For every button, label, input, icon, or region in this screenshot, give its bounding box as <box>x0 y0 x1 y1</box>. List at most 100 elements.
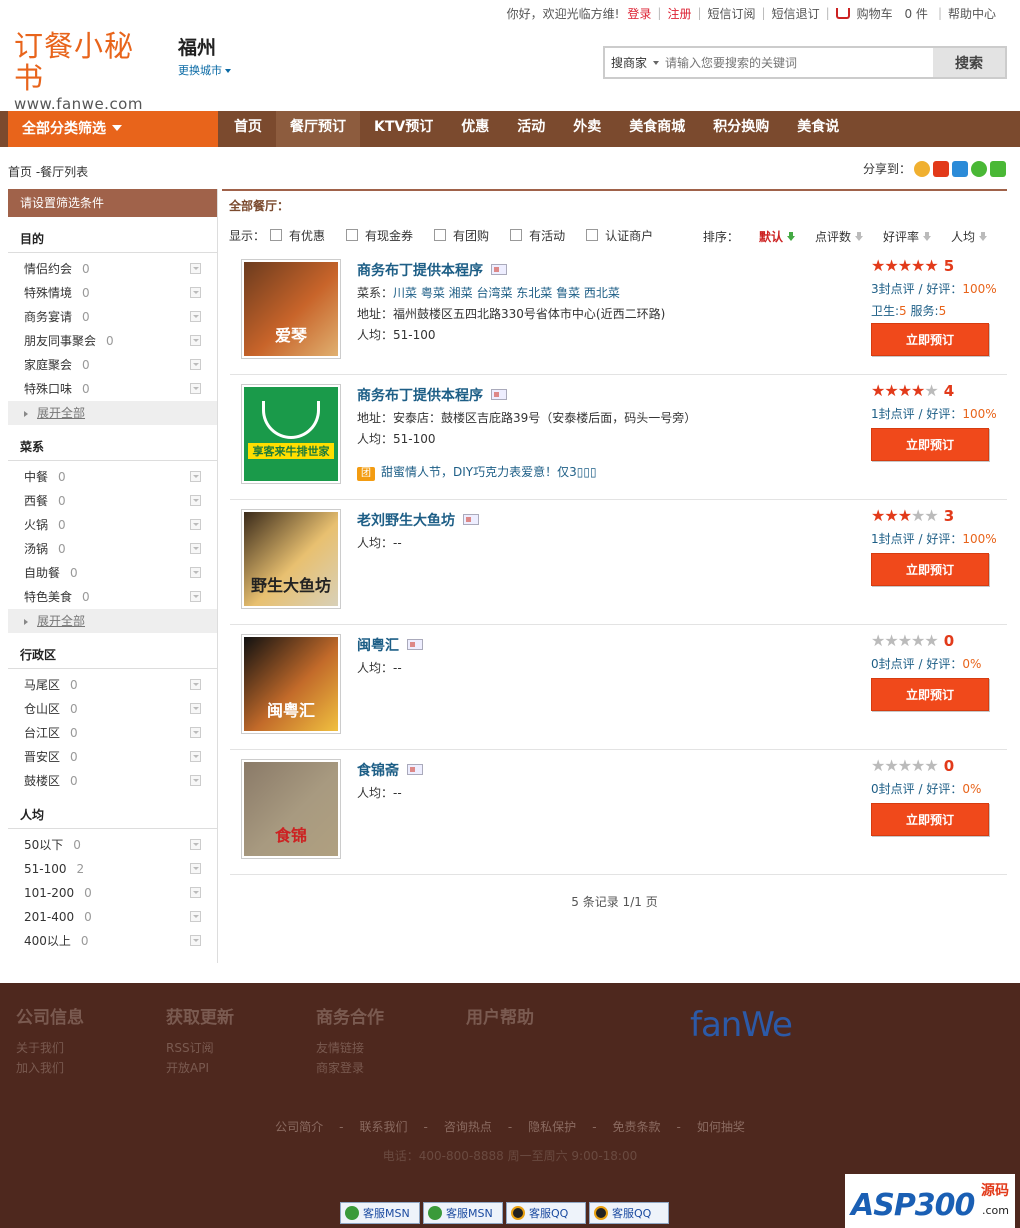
filter-option[interactable]: 汤锅 0 <box>8 537 217 561</box>
filter-checkbox[interactable]: 认证商户 <box>581 227 653 244</box>
cart-link[interactable]: 购物车 0 件 <box>835 5 932 22</box>
help-center-link[interactable]: 帮助中心 <box>948 5 996 22</box>
filter-option[interactable]: 台江区 0 <box>8 721 217 745</box>
footer-bottom-link[interactable]: 隐私保护 <box>528 1120 576 1134</box>
dropdown-icon[interactable] <box>190 887 201 898</box>
filter-checkbox[interactable]: 有活动 <box>505 227 565 244</box>
filter-checkbox[interactable]: 有现金券 <box>341 227 413 244</box>
filter-option[interactable]: 自助餐 0 <box>8 561 217 585</box>
nav-item-6[interactable]: 美食商城 <box>615 111 699 147</box>
tencent-weibo-icon[interactable] <box>952 160 968 177</box>
dropdown-icon[interactable] <box>190 359 201 370</box>
footer-link[interactable]: 关于我们 <box>16 1038 84 1058</box>
site-logo[interactable]: 订餐小秘书 www.fanwe.com <box>14 30 154 114</box>
nav-item-3[interactable]: 优惠 <box>447 111 503 147</box>
checkbox-icon[interactable] <box>510 229 523 241</box>
nav-item-1[interactable]: 餐厅预订 <box>276 111 360 147</box>
checkbox-icon[interactable] <box>434 229 447 241</box>
promo-link[interactable]: 团甜蜜情人节，DIY巧克力表爱意！仅3▯▯▯ <box>357 463 597 481</box>
expand-all-link[interactable]: 展开全部 <box>8 609 217 633</box>
dropdown-icon[interactable] <box>190 471 201 482</box>
restaurant-thumbnail[interactable]: 野生大鱼坊 <box>241 509 341 609</box>
restaurant-name[interactable]: 商务布丁提供本程序 <box>357 385 507 405</box>
search-button[interactable]: 搜索 <box>933 48 1005 77</box>
dropdown-icon[interactable] <box>190 335 201 346</box>
dropdown-icon[interactable] <box>190 727 201 738</box>
footer-link[interactable]: 开放API <box>166 1058 234 1078</box>
filter-option[interactable]: 特殊情境 0 <box>8 281 217 305</box>
filter-checkbox[interactable]: 有优惠 <box>265 227 325 244</box>
dropdown-icon[interactable] <box>190 679 201 690</box>
nav-item-2[interactable]: KTV预订 <box>360 111 447 147</box>
footer-bottom-link[interactable]: 联系我们 <box>359 1120 407 1134</box>
filter-option[interactable]: 鼓楼区 0 <box>8 769 217 793</box>
filter-option[interactable]: 仓山区 0 <box>8 697 217 721</box>
dropdown-icon[interactable] <box>190 519 201 530</box>
dropdown-icon[interactable] <box>190 287 201 298</box>
footer-bottom-link[interactable]: 公司简介 <box>275 1120 323 1134</box>
cuisine-value[interactable]: 川菜 粤菜 湘菜 台湾菜 东北菜 鲁菜 西北菜 <box>393 286 620 300</box>
filter-option[interactable]: 晋安区 0 <box>8 745 217 769</box>
dropdown-icon[interactable] <box>190 911 201 922</box>
filter-option[interactable]: 中餐 0 <box>8 465 217 489</box>
dropdown-icon[interactable] <box>190 263 201 274</box>
book-now-button[interactable]: 立即预订 <box>871 553 989 586</box>
support-button[interactable]: 客服QQ <box>506 1202 586 1224</box>
support-button[interactable]: 客服MSN <box>423 1202 503 1224</box>
sms-unsubscribe-link[interactable]: 短信退订 <box>772 5 820 22</box>
review-count[interactable]: 1封点评 <box>871 532 915 546</box>
footer-link[interactable]: 商家登录 <box>316 1058 384 1078</box>
asp300-badge[interactable]: ASP300 源码 .com <box>845 1174 1015 1228</box>
footer-link[interactable]: RSS订阅 <box>166 1038 234 1058</box>
dropdown-icon[interactable] <box>190 543 201 554</box>
book-now-button[interactable]: 立即预订 <box>871 678 989 711</box>
filter-option[interactable]: 火锅 0 <box>8 513 217 537</box>
restaurant-thumbnail[interactable]: 享客来牛排世家 <box>241 384 341 484</box>
review-count[interactable]: 1封点评 <box>871 407 915 421</box>
sms-subscribe-link[interactable]: 短信订阅 <box>708 5 756 22</box>
filter-option[interactable]: 201-400 0 <box>8 905 217 929</box>
footer-bottom-link[interactable]: 免责条款 <box>613 1120 661 1134</box>
dropdown-icon[interactable] <box>190 935 201 946</box>
nav-item-4[interactable]: 活动 <box>503 111 559 147</box>
dropdown-icon[interactable] <box>190 567 201 578</box>
nav-item-5[interactable]: 外卖 <box>559 111 615 147</box>
change-city-link[interactable]: 更换城市 <box>178 62 231 78</box>
dropdown-icon[interactable] <box>190 495 201 506</box>
filter-option[interactable]: 101-200 0 <box>8 881 217 905</box>
search-input[interactable] <box>665 48 933 77</box>
checkbox-icon[interactable] <box>270 229 283 241</box>
dropdown-icon[interactable] <box>190 311 201 322</box>
footer-link[interactable]: 友情链接 <box>316 1038 384 1058</box>
dropdown-icon[interactable] <box>190 751 201 762</box>
book-now-button[interactable]: 立即预订 <box>871 323 989 356</box>
support-button[interactable]: 客服QQ <box>589 1202 669 1224</box>
checkbox-icon[interactable] <box>586 229 599 241</box>
filter-option[interactable]: 马尾区 0 <box>8 673 217 697</box>
filter-option[interactable]: 特殊口味 0 <box>8 377 217 401</box>
support-button[interactable]: 客服MSN <box>340 1202 420 1224</box>
book-now-button[interactable]: 立即预订 <box>871 803 989 836</box>
filter-option[interactable]: 西餐 0 <box>8 489 217 513</box>
weibo-icon[interactable] <box>933 160 949 177</box>
nav-item-7[interactable]: 积分换购 <box>699 111 783 147</box>
filter-option[interactable]: 50以下 0 <box>8 833 217 857</box>
dropdown-icon[interactable] <box>190 839 201 850</box>
expand-all-link[interactable]: 展开全部 <box>8 401 217 425</box>
filter-option[interactable]: 51-100 2 <box>8 857 217 881</box>
filter-checkbox[interactable]: 有团购 <box>429 227 489 244</box>
dropdown-icon[interactable] <box>190 703 201 714</box>
dropdown-icon[interactable] <box>190 863 201 874</box>
filter-option[interactable]: 朋友同事聚会 0 <box>8 329 217 353</box>
filter-option[interactable]: 情侣约会 0 <box>8 257 217 281</box>
filter-option[interactable]: 400以上 0 <box>8 929 217 953</box>
restaurant-thumbnail[interactable]: 爱琴 <box>241 259 341 359</box>
checkbox-icon[interactable] <box>346 229 359 241</box>
register-link[interactable]: 注册 <box>667 5 691 22</box>
all-categories-button[interactable]: 全部分类筛选 <box>8 111 218 147</box>
restaurant-name[interactable]: 老刘野生大鱼坊 <box>357 510 479 530</box>
dropdown-icon[interactable] <box>190 591 201 602</box>
filter-option[interactable]: 家庭聚会 0 <box>8 353 217 377</box>
footer-bottom-link[interactable]: 咨询热点 <box>444 1120 492 1134</box>
footer-bottom-link[interactable]: 如何抽奖 <box>697 1120 745 1134</box>
